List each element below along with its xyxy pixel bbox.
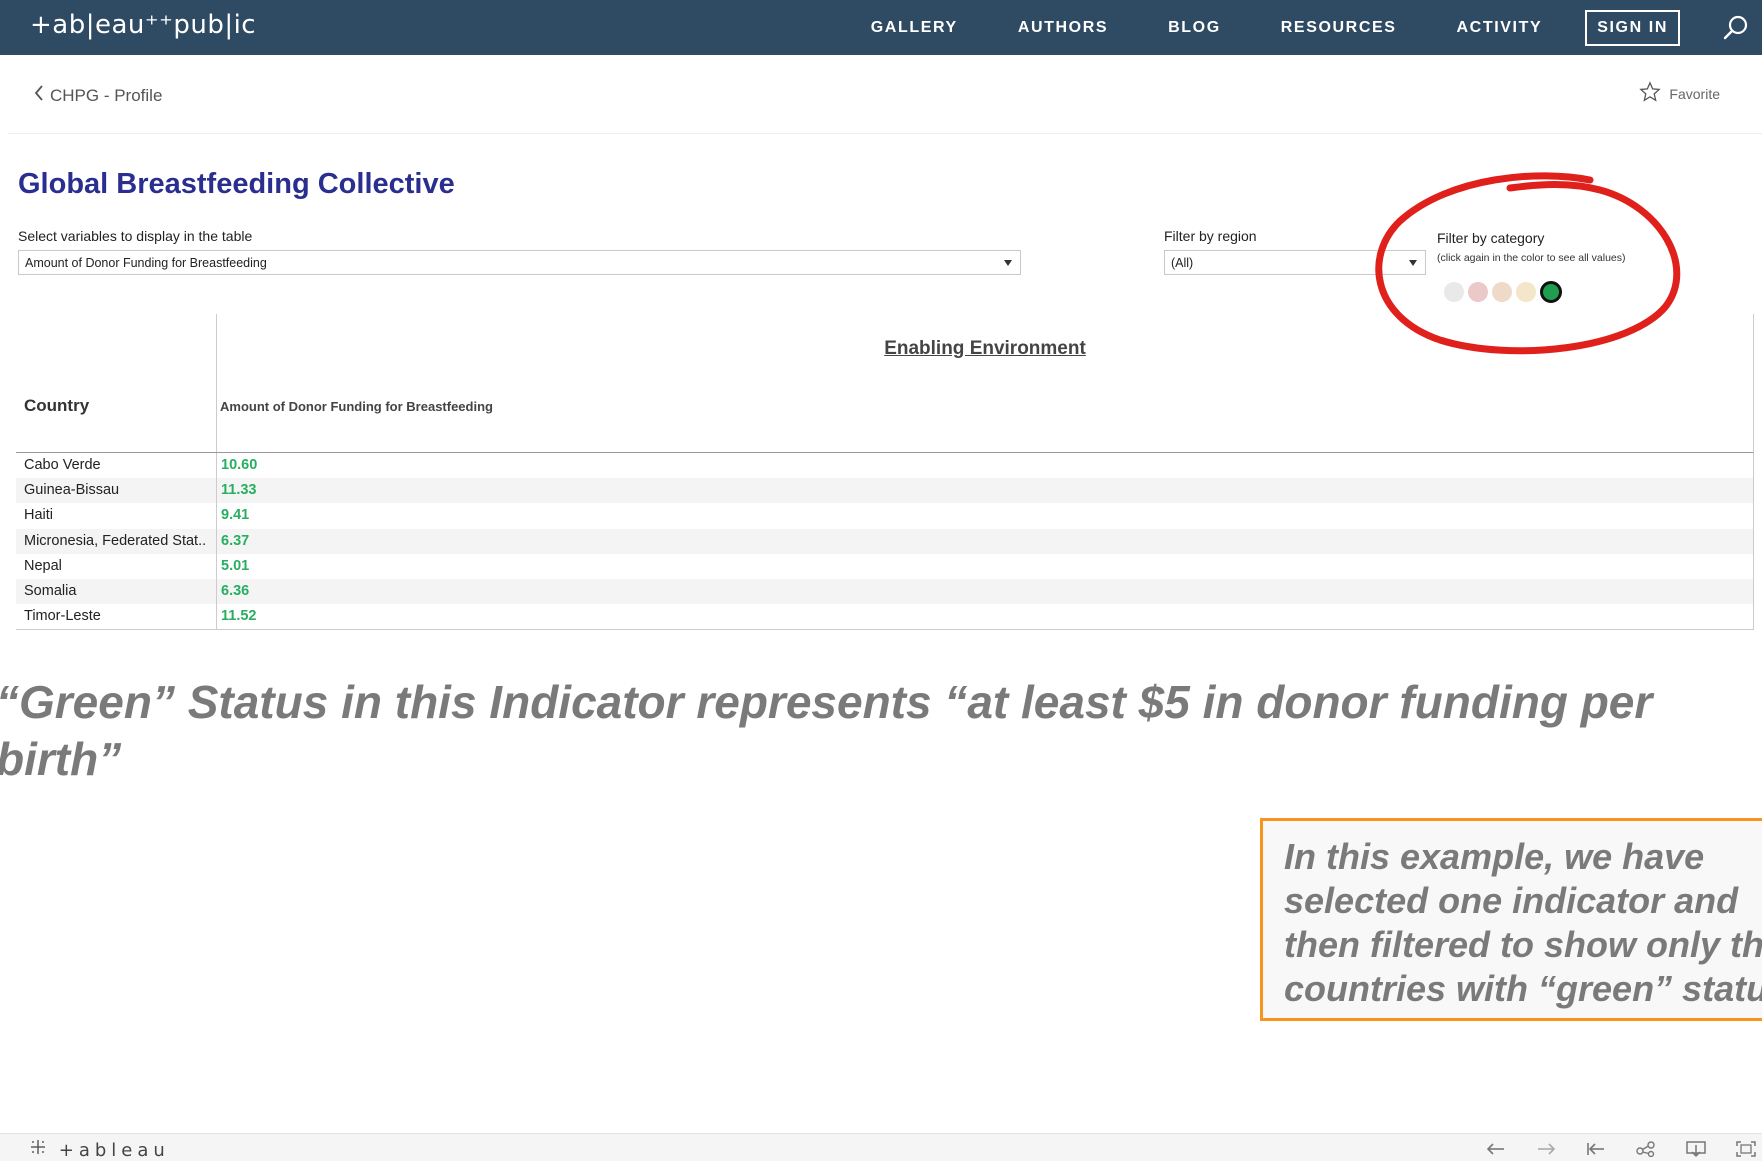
value-cell: 5.01 — [221, 557, 250, 574]
category-legend — [1444, 281, 1562, 303]
value-cell: 9.41 — [221, 507, 250, 524]
row-header-column: Country — [16, 314, 217, 452]
country-cell: Nepal — [16, 553, 217, 579]
table-row[interactable]: Micronesia, Federated Stat.. 6.37 — [16, 528, 1753, 554]
category-color-4[interactable] — [1516, 282, 1536, 302]
country-cell: Guinea-Bissau — [16, 478, 217, 504]
section-title: Enabling Environment — [884, 338, 1086, 359]
redo-icon[interactable] — [1534, 1138, 1558, 1160]
region-dropdown[interactable]: (All) — [1164, 250, 1426, 275]
table-row[interactable]: Cabo Verde 10.60 — [16, 453, 1753, 479]
table-body: Cabo Verde 10.60 Guinea-Bissau 11.33 Haiti… — [16, 452, 1754, 631]
variables-dropdown-value: Amount of Donor Funding for Breastfeedin… — [25, 256, 267, 270]
category-label: Filter by category — [1437, 230, 1545, 246]
revert-icon[interactable] — [1584, 1138, 1608, 1160]
country-cell: Timor-Leste — [16, 604, 217, 630]
table-row[interactable]: Haiti 9.41 — [16, 503, 1753, 529]
country-cell: Haiti — [16, 503, 217, 529]
sub-header: CHPG - Profile Favorite — [0, 55, 1762, 133]
category-note: (click again in the color to see all val… — [1437, 252, 1626, 264]
nav-blog[interactable]: BLOG — [1168, 19, 1221, 37]
table-row[interactable]: Somalia 6.36 — [16, 578, 1753, 605]
nav-resources[interactable]: RESOURCES — [1281, 19, 1397, 37]
green-status-annotation: “Green” Status in this Indicator represe… — [0, 676, 1653, 785]
nav-gallery[interactable]: GALLERY — [871, 19, 958, 37]
caret-down-icon — [1409, 260, 1417, 266]
favorite-button[interactable]: Favorite — [1639, 81, 1720, 106]
country-cell: Somalia — [16, 578, 217, 605]
value-cell: 10.60 — [221, 457, 258, 473]
table-row[interactable]: Guinea-Bissau 11.33 — [16, 478, 1753, 504]
chevron-left-icon — [34, 85, 44, 106]
country-cell: Micronesia, Federated Stat.. — [16, 528, 217, 554]
viz-toolbar: +ableau — [0, 1133, 1762, 1161]
undo-icon[interactable] — [1484, 1138, 1508, 1160]
tableau-footer-logo[interactable]: +ableau — [28, 1138, 170, 1161]
table-row[interactable]: Nepal 5.01 — [16, 553, 1753, 579]
country-column-header: Country — [24, 396, 90, 415]
region-label: Filter by region — [1164, 228, 1257, 244]
category-color-1[interactable] — [1444, 282, 1464, 302]
download-icon[interactable] — [1684, 1138, 1708, 1160]
fullscreen-icon[interactable] — [1734, 1138, 1758, 1160]
country-cell: Cabo Verde — [16, 453, 217, 479]
nav-items: GALLERY AUTHORS BLOG RESOURCES ACTIVITY … — [871, 0, 1762, 55]
section-header: Enabling Environment Amount of Donor Fun… — [217, 314, 1754, 452]
variables-dropdown[interactable]: Amount of Donor Funding for Breastfeedin… — [18, 250, 1021, 275]
share-icon[interactable] — [1634, 1138, 1658, 1160]
example-annotation-box: In this example, we have selected one in… — [1260, 818, 1762, 1021]
search-icon[interactable] — [1716, 8, 1756, 48]
favorite-label: Favorite — [1669, 85, 1720, 102]
tableau-wordmark: +ableau — [58, 1140, 170, 1161]
value-cell: 11.52 — [221, 608, 257, 625]
value-cell: 6.37 — [221, 532, 250, 549]
toolbar-icons — [1484, 1138, 1758, 1160]
viz-title: Global Breastfeeding Collective — [18, 168, 455, 200]
tableau-public-logo[interactable]: +ab|eau⁺⁺pub|ic — [30, 10, 256, 40]
category-color-green-selected[interactable] — [1540, 281, 1562, 303]
value-cell: 6.36 — [221, 582, 250, 599]
measure-column-header: Amount of Donor Funding for Breastfeedin… — [220, 399, 493, 414]
back-link-label: CHPG - Profile — [50, 85, 163, 105]
star-icon — [1639, 81, 1662, 106]
variables-label: Select variables to display in the table — [18, 228, 253, 244]
value-cell: 11.33 — [221, 482, 257, 499]
top-nav: +ab|eau⁺⁺pub|ic GALLERY AUTHORS BLOG RES… — [0, 0, 1762, 55]
nav-authors[interactable]: AUTHORS — [1018, 19, 1108, 37]
category-color-3[interactable] — [1492, 282, 1512, 302]
tableau-cross-icon — [28, 1140, 59, 1161]
back-to-profile-link[interactable]: CHPG - Profile — [34, 85, 162, 106]
nav-activity[interactable]: ACTIVITY — [1457, 19, 1543, 37]
region-dropdown-value: (All) — [1171, 256, 1194, 270]
data-table: Country Enabling Environment Amount of D… — [16, 314, 1754, 650]
table-row[interactable]: Timor-Leste 11.52 — [16, 604, 1753, 630]
caret-down-icon — [1004, 260, 1012, 266]
category-color-2[interactable] — [1468, 282, 1488, 302]
sign-in-button[interactable]: SIGN IN — [1585, 9, 1680, 46]
